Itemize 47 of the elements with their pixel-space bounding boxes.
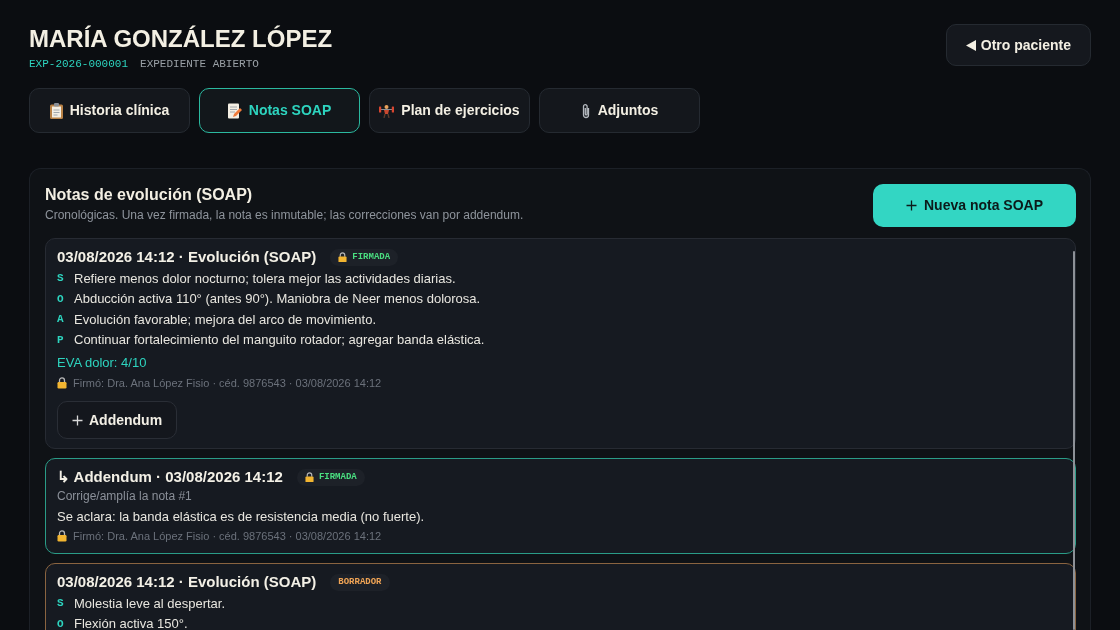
note-body: Se aclara: la banda elástica es de resistencia media (no fuerte).	[57, 508, 426, 526]
note-heading: 03/08/2026 14:12 · Evolución (SOAP)	[57, 247, 317, 267]
lock-icon	[304, 471, 314, 483]
lock-icon	[338, 251, 348, 263]
lock-icon	[57, 530, 67, 542]
status-text: FIRMADA	[352, 251, 391, 263]
pain-score: EVA dolor: 4/10	[57, 354, 148, 372]
soap-letter: A	[57, 312, 65, 327]
left-triangle-icon	[965, 39, 976, 51]
new-note-button[interactable]: Nueva nota SOAP	[873, 184, 1076, 227]
tab[interactable]: Historia clínica	[29, 88, 190, 133]
note-reference: Corrige/amplía la nota #1	[57, 488, 193, 504]
memo-icon	[227, 102, 242, 119]
soap-letter: O	[57, 616, 65, 630]
other-patient-button[interactable]: Otro paciente	[945, 24, 1091, 66]
record-id: EXP-2026-000001	[29, 57, 129, 71]
soap-letter: P	[57, 332, 65, 347]
soap-text: Evolución favorable; mejora del arco de movimiento.	[74, 311, 377, 327]
soap-letter: S	[57, 271, 65, 286]
paperclip-icon	[580, 102, 591, 119]
note-heading: ↳ Addendum · 03/08/2026 14:12	[57, 467, 283, 487]
tab[interactable]: Notas SOAP	[199, 88, 360, 133]
soap-text: Continuar fortalecimiento del manguito rotador; agregar banda elástica.	[74, 332, 485, 348]
soap-letter: S	[57, 596, 65, 611]
panel-title: Notas de evolución (SOAP)	[45, 185, 254, 205]
weightlifter-icon	[379, 103, 395, 118]
note-heading: 03/08/2026 14:12 · Evolución (SOAP)	[57, 572, 317, 592]
status-text: FIRMADA	[318, 471, 357, 483]
soap-text: Flexión activa 150°.	[74, 616, 188, 630]
status-text: BORRADOR	[338, 576, 382, 588]
soap-text: Refiere menos dolor nocturno; tolera mejor las actividades diarias.	[74, 270, 456, 286]
addendum-button[interactable]: Addendum	[57, 401, 178, 439]
soap-text: Abducción activa 110° (antes 90°). Maniobra de Neer menos dolorosa.	[74, 291, 481, 307]
tab[interactable]: Plan de ejercicios	[369, 88, 530, 133]
plus-icon	[72, 414, 83, 426]
patient-name: MARÍA GONZÁLEZ LÓPEZ	[29, 25, 333, 53]
record-status: EXPEDIENTE ABIERTO	[140, 57, 259, 71]
signature-text: Firmó: Dra. Ana López Fisio · céd. 9876543 · 03/08/2026 14:12	[73, 529, 382, 543]
soap-text: Molestia leve al despertar.	[74, 595, 226, 611]
panel-subtitle: Cronológicas. Una vez firmada, la nota es inmutable; las correcciones van por addendum.	[45, 207, 524, 223]
lock-icon	[57, 377, 67, 389]
soap-letter: O	[57, 291, 65, 306]
plus-icon	[906, 200, 917, 211]
signature-text: Firmó: Dra. Ana López Fisio · céd. 9876543 · 03/08/2026 14:12	[73, 376, 382, 390]
scrollbar-thumb[interactable]	[1073, 251, 1075, 630]
tab[interactable]: Adjuntos	[539, 88, 700, 133]
clipboard-icon	[49, 102, 63, 119]
